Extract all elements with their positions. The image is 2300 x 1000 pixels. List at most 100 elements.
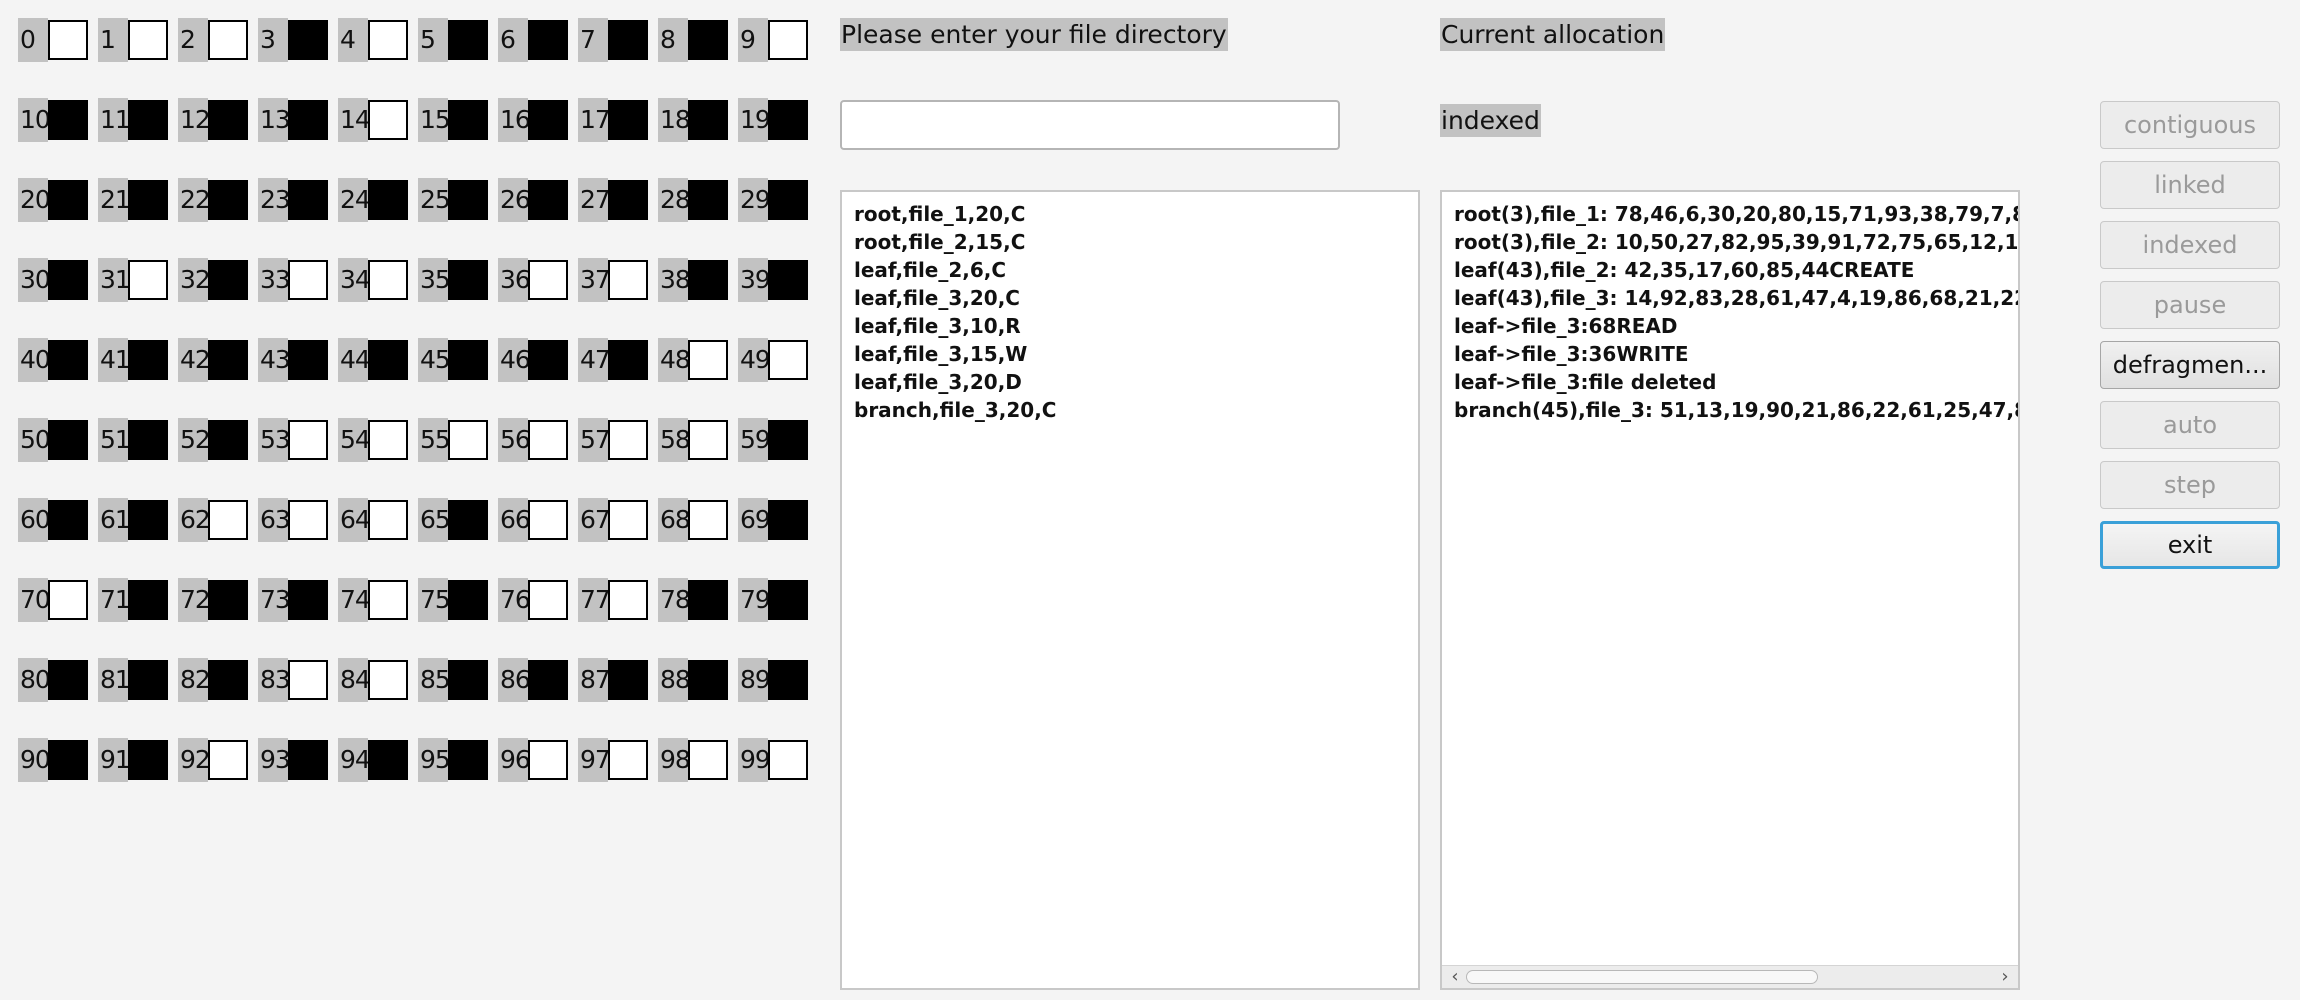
- block-used-indicator: [288, 740, 328, 780]
- block-used-indicator: [288, 580, 328, 620]
- block-cell: 65: [418, 498, 498, 542]
- block-cell: 28: [658, 178, 738, 222]
- directory-input[interactable]: [840, 100, 1340, 150]
- block-cell: 64: [338, 498, 418, 542]
- indexed-button[interactable]: indexed: [2100, 221, 2280, 269]
- block-used-indicator: [128, 180, 168, 220]
- allocation-log-entry[interactable]: leaf->file_3:68READ: [1454, 312, 2006, 340]
- block-row: 50 51 52 53 54 55 56 57 58 59: [18, 418, 818, 462]
- block-cell: 29: [738, 178, 818, 222]
- horizontal-scrollbar[interactable]: ‹ ›: [1442, 965, 2018, 988]
- pause-button[interactable]: pause: [2100, 281, 2280, 329]
- step-button[interactable]: step: [2100, 461, 2280, 509]
- block-cell: 35: [418, 258, 498, 302]
- block-used-indicator: [368, 340, 408, 380]
- allocation-log-entry[interactable]: leaf->file_3:file deleted: [1454, 368, 2006, 396]
- block-number: 68: [658, 498, 691, 542]
- block-number: 30: [18, 258, 51, 302]
- block-used-indicator: [208, 660, 248, 700]
- allocation-log-entry[interactable]: root(3),file_1: 78,46,6,30,20,80,15,71,9…: [1454, 200, 2018, 228]
- directory-entry[interactable]: leaf,file_3,20,C: [854, 284, 1406, 312]
- block-cell: 30: [18, 258, 98, 302]
- block-cell: 89: [738, 658, 818, 702]
- current-allocation-label: Current allocation: [1440, 18, 1666, 51]
- allocation-log-list[interactable]: root(3),file_1: 78,46,6,30,20,80,15,71,9…: [1440, 190, 2020, 990]
- block-number: 50: [18, 418, 51, 462]
- allocation-log-entry[interactable]: leaf(43),file_3: 14,92,83,28,61,47,4,19,…: [1454, 284, 2018, 312]
- block-used-indicator: [288, 180, 328, 220]
- block-used-indicator: [688, 580, 728, 620]
- block-number: 2: [178, 18, 208, 62]
- allocation-log-entry[interactable]: leaf(43),file_2: 42,35,17,60,85,44CREATE: [1454, 256, 2006, 284]
- block-cell: 75: [418, 578, 498, 622]
- linked-button[interactable]: linked: [2100, 161, 2280, 209]
- allocation-log-entry[interactable]: root(3),file_2: 10,50,27,82,95,39,91,72,…: [1454, 228, 2018, 256]
- scroll-right-icon[interactable]: ›: [1994, 966, 2016, 988]
- block-number: 99: [738, 738, 771, 782]
- exit-button[interactable]: exit: [2100, 521, 2280, 569]
- block-cell: 81: [98, 658, 178, 702]
- block-cell: 83: [258, 658, 338, 702]
- block-cell: 85: [418, 658, 498, 702]
- block-used-indicator: [448, 180, 488, 220]
- block-free-indicator: [528, 260, 568, 300]
- block-cell: 50: [18, 418, 98, 462]
- defragment-button[interactable]: defragmen...: [2100, 341, 2280, 389]
- block-used-indicator: [448, 580, 488, 620]
- directory-entry[interactable]: leaf,file_3,20,D: [854, 368, 1406, 396]
- block-used-indicator: [528, 20, 568, 60]
- scroll-left-icon[interactable]: ‹: [1444, 966, 1466, 988]
- block-used-indicator: [608, 660, 648, 700]
- block-cell: 68: [658, 498, 738, 542]
- block-cell: 63: [258, 498, 338, 542]
- block-row: 20 21 22 23 24 25 26 27 28 29: [18, 178, 818, 222]
- block-number: 86: [498, 658, 531, 702]
- block-used-indicator: [288, 100, 328, 140]
- allocation-log-entry[interactable]: leaf->file_3:36WRITE: [1454, 340, 2006, 368]
- directory-entry[interactable]: leaf,file_3,15,W: [854, 340, 1406, 368]
- block-free-indicator: [608, 740, 648, 780]
- block-cell: 32: [178, 258, 258, 302]
- allocation-method-label: indexed: [1440, 104, 1541, 137]
- block-number: 28: [658, 178, 691, 222]
- block-cell: 58: [658, 418, 738, 462]
- block-cell: 67: [578, 498, 658, 542]
- block-number: 38: [658, 258, 691, 302]
- auto-button[interactable]: auto: [2100, 401, 2280, 449]
- block-used-indicator: [48, 420, 88, 460]
- directory-entry[interactable]: leaf,file_2,6,C: [854, 256, 1406, 284]
- block-used-indicator: [48, 180, 88, 220]
- scrollbar-thumb[interactable]: [1466, 970, 1818, 984]
- block-used-indicator: [768, 500, 808, 540]
- block-cell: 46: [498, 338, 578, 382]
- block-cell: 17: [578, 98, 658, 142]
- block-number: 53: [258, 418, 291, 462]
- block-row: 90 91 92 93 94 95 96 97 98 99: [18, 738, 818, 782]
- block-free-indicator: [368, 100, 408, 140]
- block-number: 87: [578, 658, 611, 702]
- block-cell: 41: [98, 338, 178, 382]
- block-cell: 56: [498, 418, 578, 462]
- directory-entries-list[interactable]: root,file_1,20,C root,file_2,15,C leaf,fil…: [840, 190, 1420, 990]
- block-free-indicator: [608, 500, 648, 540]
- block-free-indicator: [368, 580, 408, 620]
- block-number: 21: [98, 178, 131, 222]
- block-cell: 6: [498, 18, 578, 62]
- directory-prompt-label: Please enter your file directory: [840, 18, 1228, 51]
- block-used-indicator: [128, 660, 168, 700]
- contiguous-button[interactable]: contiguous: [2100, 101, 2280, 149]
- block-number: 36: [498, 258, 531, 302]
- directory-entry[interactable]: root,file_2,15,C: [854, 228, 1406, 256]
- block-number: 34: [338, 258, 371, 302]
- allocation-log-entry[interactable]: branch(45),file_3: 51,13,19,90,21,86,22,…: [1454, 396, 2018, 424]
- block-number: 22: [178, 178, 211, 222]
- directory-entry[interactable]: branch,file_3,20,C: [854, 396, 1406, 424]
- block-used-indicator: [208, 100, 248, 140]
- block-cell: 22: [178, 178, 258, 222]
- directory-entry[interactable]: root,file_1,20,C: [854, 200, 1406, 228]
- block-used-indicator: [768, 580, 808, 620]
- directory-entry[interactable]: leaf,file_3,10,R: [854, 312, 1406, 340]
- block-free-indicator: [688, 420, 728, 460]
- block-number: 55: [418, 418, 451, 462]
- block-number: 77: [578, 578, 611, 622]
